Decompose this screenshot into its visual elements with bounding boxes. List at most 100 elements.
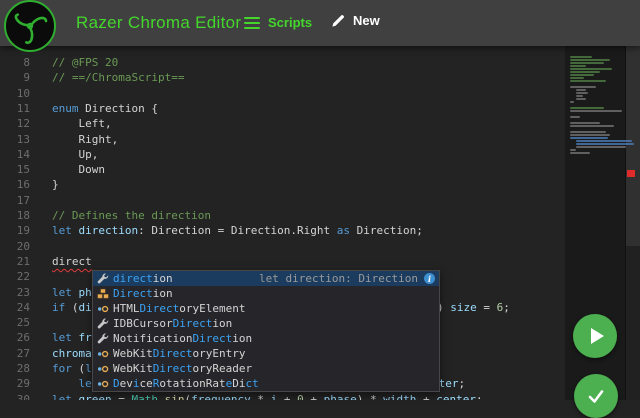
code-line[interactable]: 10 xyxy=(0,86,565,102)
minimap-line xyxy=(570,62,604,64)
suggestion-item[interactable]: HTMLDirectoryElement xyxy=(93,301,439,316)
code-token: : Direction = Direction.Right xyxy=(138,224,337,238)
code-text: if (di xyxy=(52,300,92,315)
suggestion-detail: let direction: Direction xyxy=(259,272,418,285)
code-token: } xyxy=(52,178,59,192)
suggestion-item[interactable]: WebKitDirectoryReader xyxy=(93,361,439,376)
code-token: ; xyxy=(475,392,483,400)
info-icon[interactable]: i xyxy=(424,273,435,284)
code-line[interactable]: 30 let green = Math.sin(frequency * i + 0… xyxy=(0,392,565,400)
minimap-line xyxy=(570,68,612,70)
code-token: let xyxy=(52,392,72,400)
suggestion-item[interactable]: IDBCursorDirection xyxy=(93,316,439,331)
line-number: 15 xyxy=(16,163,30,177)
code-token: // ==/ChromaScript== xyxy=(52,71,185,85)
code-token: 0 xyxy=(297,392,304,400)
suggestion-label: DeviceRotationRateDict xyxy=(113,377,259,390)
code-token: green xyxy=(71,392,112,400)
code-text: Right, xyxy=(52,132,118,147)
code-token: . xyxy=(158,392,165,400)
pencil-icon xyxy=(332,15,344,27)
code-line[interactable]: 14 Up, xyxy=(0,147,565,163)
run-script-button[interactable] xyxy=(573,314,617,358)
code-line[interactable]: 13 Right, xyxy=(0,132,565,148)
iface-icon xyxy=(96,377,109,390)
suggestion-item[interactable]: WebKitDirectoryEntry xyxy=(93,346,439,361)
code-text: let ph xyxy=(52,285,92,300)
minimap-line xyxy=(576,92,588,94)
code-token: ( xyxy=(65,300,79,314)
code-text: let direction: Direction = Direction.Rig… xyxy=(52,223,423,238)
line-number: 30 xyxy=(16,392,30,400)
code-token: ; xyxy=(458,377,466,391)
scrollbar-slider[interactable] xyxy=(626,46,640,246)
suggestion-label: HTMLDirectoryElement xyxy=(113,302,246,315)
code-token: chroma xyxy=(52,346,92,360)
code-line[interactable]: 17 xyxy=(0,193,565,209)
confirm-button[interactable] xyxy=(574,374,618,418)
code-token: Right, xyxy=(52,132,119,146)
suggestion-label: direction xyxy=(113,272,173,285)
suggestion-label: IDBCursorDirection xyxy=(113,317,233,330)
new-script-button[interactable]: New xyxy=(331,13,380,28)
code-text: let fr xyxy=(52,330,92,345)
suggestion-item[interactable]: NotificationDirection xyxy=(93,331,439,346)
code-token: phase xyxy=(323,392,357,400)
scripts-menu-label: Scripts xyxy=(268,15,313,30)
code-text: for (l xyxy=(52,361,92,376)
code-token: for xyxy=(52,362,72,375)
code-line[interactable]: 20 xyxy=(0,239,565,255)
minimap-line xyxy=(570,56,592,58)
code-line[interactable]: 15 Down xyxy=(0,162,565,178)
suggestion-item[interactable]: Direction xyxy=(93,286,439,301)
autocomplete-popup: direction let direction: Direction i Direct… xyxy=(92,270,440,392)
code-token: sin xyxy=(164,392,185,400)
error-marker xyxy=(627,170,635,177)
code-line[interactable]: 16} xyxy=(0,177,565,193)
code-token: Direction { xyxy=(78,101,158,115)
suggestion-label: NotificationDirection xyxy=(113,332,253,345)
code-token: // @FPS 20 xyxy=(52,56,119,69)
code-line[interactable]: 8 // @FPS 20 xyxy=(0,55,565,71)
code-token: ) * xyxy=(356,392,384,400)
line-number: 22 xyxy=(16,270,30,284)
line-number: 10 xyxy=(16,86,30,100)
code-token: let xyxy=(52,285,72,299)
code-token: = xyxy=(111,392,132,400)
code-token: let xyxy=(52,224,72,238)
code-line[interactable]: 9 // ==/ChromaScript== xyxy=(0,70,565,86)
code-token: fr xyxy=(71,331,92,345)
code-text-fragment: ) size = 6; xyxy=(437,300,510,315)
suggestion-item[interactable]: direction let direction: Direction i xyxy=(93,271,439,286)
minimap-line xyxy=(570,80,606,82)
line-number: 9 xyxy=(23,71,30,85)
line-number: 23 xyxy=(16,285,30,299)
code-token: Down xyxy=(52,163,105,177)
scripts-menu-button[interactable]: Scripts xyxy=(244,15,312,30)
minimap-line xyxy=(570,152,590,154)
code-line[interactable]: 12 Left, xyxy=(0,116,565,132)
code-token: let xyxy=(52,331,72,345)
line-number: 27 xyxy=(16,346,30,360)
code-token: * xyxy=(250,392,271,400)
play-icon xyxy=(591,328,604,344)
suggestion-item[interactable]: DeviceRotationRateDict xyxy=(93,376,439,391)
code-text: direct xyxy=(52,254,92,269)
iface-icon xyxy=(96,347,109,360)
line-number: 16 xyxy=(16,178,30,192)
code-text: chroma xyxy=(52,346,92,361)
code-line[interactable]: 11 enum Direction { xyxy=(0,101,565,117)
code-line[interactable]: 19 let direction: Direction = Direction.R… xyxy=(0,223,565,239)
line-number: 14 xyxy=(16,147,30,161)
code-text: le xyxy=(52,376,92,391)
line-number: 26 xyxy=(16,331,30,345)
code-line[interactable]: 21 direct xyxy=(0,254,565,270)
page-title: Razer Chroma Editor xyxy=(76,13,242,32)
code-text: let green = Math.sin(frequency * i + 0 +… xyxy=(52,392,483,400)
minimap-line xyxy=(570,116,580,118)
code-line[interactable]: 18 // Defines the direction xyxy=(0,208,565,224)
line-number: 21 xyxy=(16,254,30,268)
minimap-line xyxy=(570,101,574,103)
class-icon xyxy=(96,287,109,300)
